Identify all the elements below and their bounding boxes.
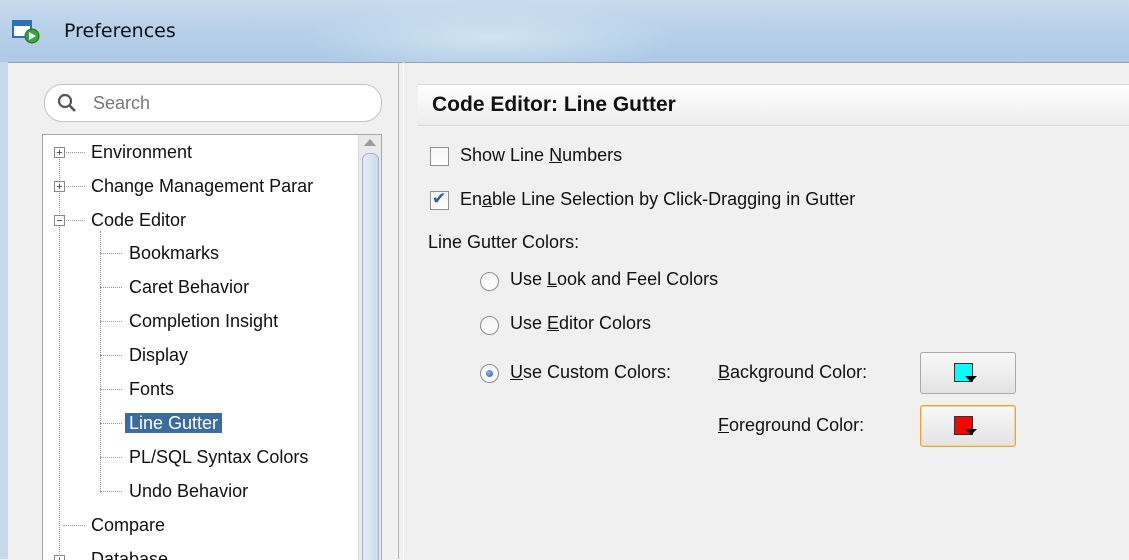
tree-connector	[63, 152, 85, 153]
foreground-color-label: Foreground Color:	[718, 415, 864, 436]
look-and-feel-colors-label[interactable]: Use Look and Feel Colors	[510, 269, 718, 290]
window-title: Preferences	[64, 20, 176, 42]
tree-item-label: Compare	[91, 515, 166, 535]
tree-item-label: Bookmarks	[129, 243, 220, 263]
background-color-label: Background Color:	[718, 362, 867, 383]
tree-connector	[100, 321, 122, 322]
tree-item-label: PL/SQL Syntax Colors	[129, 447, 309, 467]
tree-connector	[100, 491, 122, 492]
tree-connector	[100, 355, 122, 356]
tree-connector	[59, 149, 60, 560]
collapse-icon[interactable]: −	[54, 215, 65, 227]
tree-connector	[63, 186, 85, 187]
mnemonic: E	[547, 313, 560, 333]
mnemonic: a	[482, 189, 493, 209]
tree-item-change-management[interactable]: Change Management Parar	[91, 172, 313, 200]
tree-item-database[interactable]: Database	[91, 545, 168, 560]
tree-item-label: Undo Behavior	[129, 481, 249, 501]
tree-item-fonts[interactable]: Fonts	[129, 375, 174, 403]
tree-item-bookmarks[interactable]: Bookmarks	[129, 239, 219, 267]
tree-item-label: Completion Insight	[129, 311, 279, 331]
tree-item-compare[interactable]: Compare	[91, 511, 165, 539]
mnemonic: F	[718, 415, 729, 435]
expand-icon[interactable]: +	[54, 147, 65, 159]
tree-item-label: Database	[91, 549, 169, 560]
tree-item-label: Code Editor	[91, 210, 187, 230]
label-text: ble Line Selection by Click-Dragging in …	[492, 189, 856, 209]
preferences-icon	[12, 20, 40, 44]
editor-colors-radio[interactable]	[480, 316, 499, 335]
checkmark-icon: ✔	[432, 189, 447, 209]
tree-item-display[interactable]: Display	[129, 341, 188, 369]
tree-item-label: Caret Behavior	[129, 277, 250, 297]
tree-item-undo-behavior[interactable]: Undo Behavior	[129, 477, 248, 505]
tree-connector	[100, 253, 122, 254]
mnemonic: B	[718, 362, 731, 382]
tree-item-label: Display	[129, 345, 189, 365]
show-line-numbers-label[interactable]: Show Line Numbers	[460, 145, 622, 166]
tree-item-code-editor[interactable]: Code Editor	[91, 206, 186, 234]
tree-item-completion-insight[interactable]: Completion Insight	[129, 307, 278, 335]
tree-connector	[100, 231, 101, 493]
search-box[interactable]	[44, 84, 382, 122]
dropdown-arrow-icon	[965, 376, 977, 382]
label-text: ackground Color:	[730, 362, 868, 382]
label-text: Show Line	[460, 145, 550, 165]
panel-splitter[interactable]	[398, 62, 404, 559]
window-frame-left	[0, 62, 8, 559]
expand-icon[interactable]: +	[54, 555, 65, 560]
search-input[interactable]	[91, 90, 355, 116]
mnemonic: N	[549, 145, 563, 165]
line-gutter-colors-heading: Line Gutter Colors:	[428, 232, 580, 252]
scroll-up-icon[interactable]	[364, 139, 376, 146]
radio-selected-dot	[486, 370, 493, 377]
page-title: Code Editor: Line Gutter	[432, 93, 676, 116]
title-bar[interactable]: Preferences	[0, 0, 1129, 63]
custom-colors-radio[interactable]	[480, 364, 499, 383]
tree-connector	[100, 457, 122, 458]
dropdown-arrow-icon	[965, 429, 977, 435]
label-text: Use	[510, 313, 548, 333]
show-line-numbers-checkbox[interactable]	[430, 147, 449, 166]
preferences-tree[interactable]: + + − + Environment Change Management Pa…	[42, 134, 382, 560]
foreground-color-button[interactable]	[920, 405, 1016, 447]
tree-item-label-selected: Line Gutter	[125, 413, 223, 433]
tree-item-label: Environment	[91, 142, 193, 162]
mnemonic: U	[510, 362, 523, 382]
label-text: ditor Colors	[559, 313, 652, 333]
background-color-button[interactable]	[920, 352, 1016, 394]
tree-connector	[100, 423, 122, 424]
tree-item-line-gutter[interactable]: Line Gutter	[125, 409, 223, 437]
tree-connector	[100, 287, 122, 288]
label-text: se Custom Colors:	[523, 362, 672, 382]
custom-colors-label[interactable]: Use Custom Colors:	[510, 362, 671, 383]
scroll-thumb[interactable]	[362, 153, 379, 560]
tree-connector	[63, 220, 85, 221]
tree-connector	[100, 389, 122, 390]
tree-item-caret-behavior[interactable]: Caret Behavior	[129, 273, 249, 301]
label-text: umbers	[562, 145, 623, 165]
panel-header: Code Editor: Line Gutter	[418, 84, 1129, 126]
tree-item-label: Fonts	[129, 379, 175, 399]
editor-colors-label[interactable]: Use Editor Colors	[510, 313, 651, 334]
look-and-feel-colors-radio[interactable]	[480, 272, 499, 291]
enable-line-selection-label[interactable]: Enable Line Selection by Click-Dragging …	[460, 189, 855, 210]
tree-scrollbar[interactable]	[358, 135, 381, 560]
tree-item-environment[interactable]: Environment	[91, 138, 192, 166]
label-text: En	[460, 189, 483, 209]
mnemonic: L	[547, 269, 558, 289]
tree-connector	[63, 525, 85, 526]
search-icon	[57, 93, 76, 112]
label-text: ook and Feel Colors	[557, 269, 719, 289]
title-bar-glow	[300, 0, 680, 62]
enable-line-selection-checkbox[interactable]: ✔	[430, 189, 449, 210]
tree-item-plsql-syntax-colors[interactable]: PL/SQL Syntax Colors	[129, 443, 308, 471]
expand-icon[interactable]: +	[54, 181, 65, 193]
label-text: oreground Color:	[729, 415, 865, 435]
tree-item-label: Change Management Parar	[91, 176, 314, 196]
label-text: Use	[510, 269, 548, 289]
